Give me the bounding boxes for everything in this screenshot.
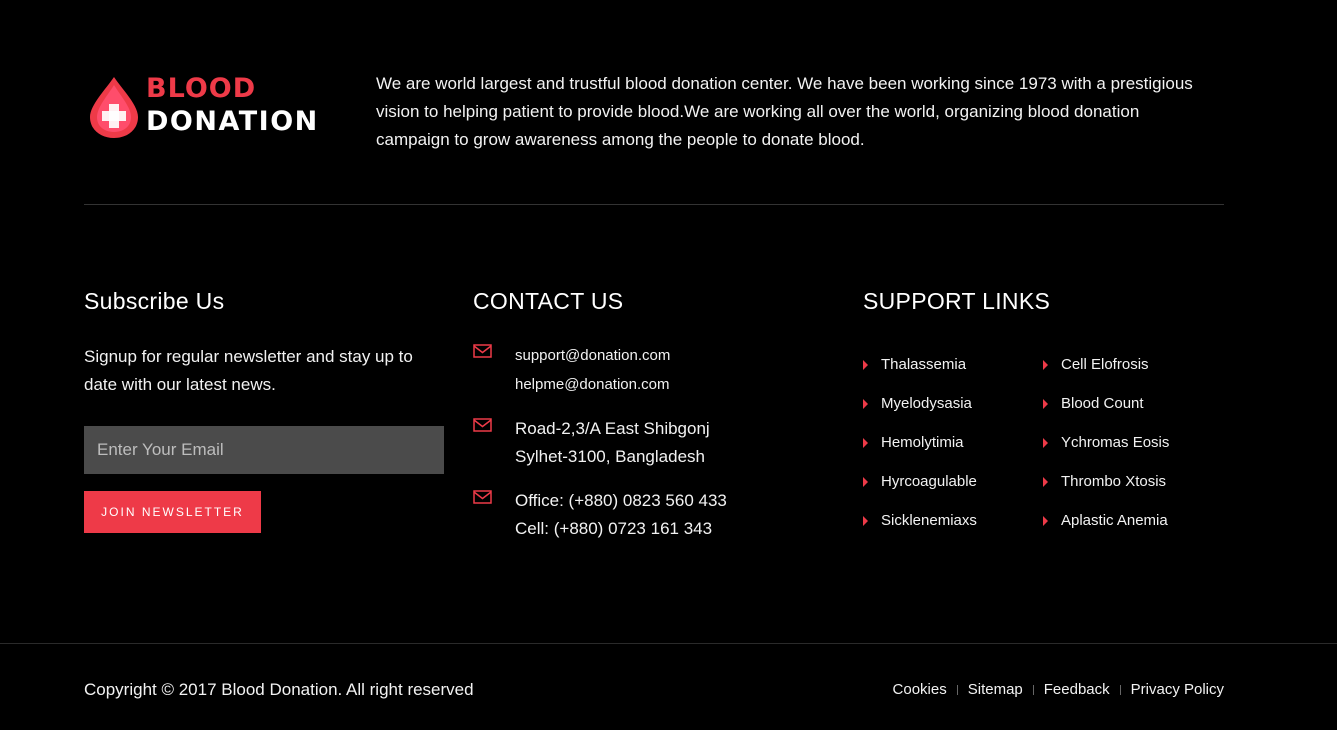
support-link[interactable]: Sicklenemiaxs <box>863 501 1043 540</box>
caret-right-icon <box>1043 437 1048 448</box>
contact-phones: Office: (+880) 0823 560 433 Cell: (+880)… <box>473 487 833 543</box>
phone-cell: Cell: (+880) 0723 161 343 <box>515 519 713 538</box>
support-link[interactable]: Ychromas Eosis <box>1043 423 1223 462</box>
subscribe-description: Signup for regular newsletter and stay u… <box>84 347 413 394</box>
email-link-support[interactable]: support@donation.com <box>515 341 833 370</box>
join-newsletter-button[interactable]: Join Newsletter <box>84 491 261 533</box>
footer-link-sitemap[interactable]: Sitemap <box>968 681 1023 698</box>
support-link-label: Myelodysasia <box>881 395 972 412</box>
address-line-1: Road-2,3/A East Shibgonj <box>515 419 710 438</box>
footer-nav: Cookies Sitemap Feedback Privacy Policy <box>893 681 1224 698</box>
envelope-icon <box>473 344 492 358</box>
support-link-label: Aplastic Anemia <box>1061 512 1168 529</box>
support-link[interactable]: Thrombo Xtosis <box>1043 462 1223 501</box>
footer-page: BLOOD DONATION We are world largest and … <box>0 0 1337 730</box>
support-link[interactable]: Hyrcoagulable <box>863 462 1043 501</box>
support-link-label: Ychromas Eosis <box>1061 434 1170 451</box>
nav-separator <box>1032 684 1034 695</box>
footer-link-privacy-policy[interactable]: Privacy Policy <box>1131 681 1224 698</box>
bottom-divider <box>0 643 1337 644</box>
support-link[interactable]: Blood Count <box>1043 384 1223 423</box>
envelope-icon <box>473 490 492 504</box>
phone-office: Office: (+880) 0823 560 433 <box>515 491 727 510</box>
caret-right-icon <box>863 398 868 409</box>
footer-link-feedback[interactable]: Feedback <box>1044 681 1110 698</box>
contact-section: CONTACT US support@donation.com helpme@d… <box>473 288 833 543</box>
nav-separator <box>1119 684 1121 695</box>
caret-right-icon <box>1043 515 1048 526</box>
footer-link-cookies[interactable]: Cookies <box>893 681 947 698</box>
footer-top: BLOOD DONATION We are world largest and … <box>84 70 1224 204</box>
support-link[interactable]: Hemolytimia <box>863 423 1043 462</box>
support-link-label: Cell Elofrosis <box>1061 356 1149 373</box>
support-link-label: Thrombo Xtosis <box>1061 473 1167 490</box>
caret-right-icon <box>1043 398 1048 409</box>
top-divider <box>84 204 1224 205</box>
support-link-label: Sicklenemiaxs <box>881 512 977 529</box>
contact-title: CONTACT US <box>473 288 624 314</box>
blood-drop-cross-icon <box>90 77 138 138</box>
support-links-grid: Thalassemia Cell Elofrosis Myelodysasia … <box>863 345 1224 540</box>
caret-right-icon <box>1043 476 1048 487</box>
brand-word-donation: DONATION <box>146 106 319 137</box>
nav-separator <box>956 684 958 695</box>
support-link[interactable]: Thalassemia <box>863 345 1043 384</box>
caret-right-icon <box>863 515 868 526</box>
subscribe-section: Subscribe Us Signup for regular newslett… <box>84 288 444 533</box>
caret-right-icon <box>863 476 868 487</box>
contact-emails: support@donation.com helpme@donation.com <box>473 341 833 399</box>
caret-right-icon <box>863 437 868 448</box>
support-link-label: Hemolytimia <box>881 434 964 451</box>
about-text: We are world largest and trustful blood … <box>376 74 1193 149</box>
support-link-label: Thalassemia <box>881 356 967 373</box>
caret-right-icon <box>1043 359 1048 370</box>
email-input[interactable] <box>84 426 444 474</box>
address-line-2: Sylhet-3100, Bangladesh <box>515 447 705 466</box>
support-link[interactable]: Cell Elofrosis <box>1043 345 1223 384</box>
support-link-label: Hyrcoagulable <box>881 473 977 490</box>
brand-wordmark: BLOOD DONATION <box>146 75 319 135</box>
subscribe-title: Subscribe Us <box>84 288 225 314</box>
brand-word-blood: BLOOD <box>146 73 257 104</box>
support-link[interactable]: Myelodysasia <box>863 384 1043 423</box>
copyright-text: Copyright © 2017 Blood Donation. All rig… <box>84 680 474 699</box>
support-link[interactable]: Aplastic Anemia <box>1043 501 1223 540</box>
support-title: SUPPORT LINKS <box>863 288 1051 314</box>
support-links-section: SUPPORT LINKS Thalassemia Cell Elofrosis… <box>863 288 1224 540</box>
contact-address: Road-2,3/A East Shibgonj Sylhet-3100, Ba… <box>473 415 833 471</box>
caret-right-icon <box>863 359 868 370</box>
email-link-helpme[interactable]: helpme@donation.com <box>515 370 833 399</box>
support-link-label: Blood Count <box>1061 395 1144 412</box>
brand-logo[interactable]: BLOOD DONATION <box>86 75 317 145</box>
contact-list: support@donation.com helpme@donation.com… <box>473 341 833 543</box>
envelope-icon <box>473 418 492 432</box>
